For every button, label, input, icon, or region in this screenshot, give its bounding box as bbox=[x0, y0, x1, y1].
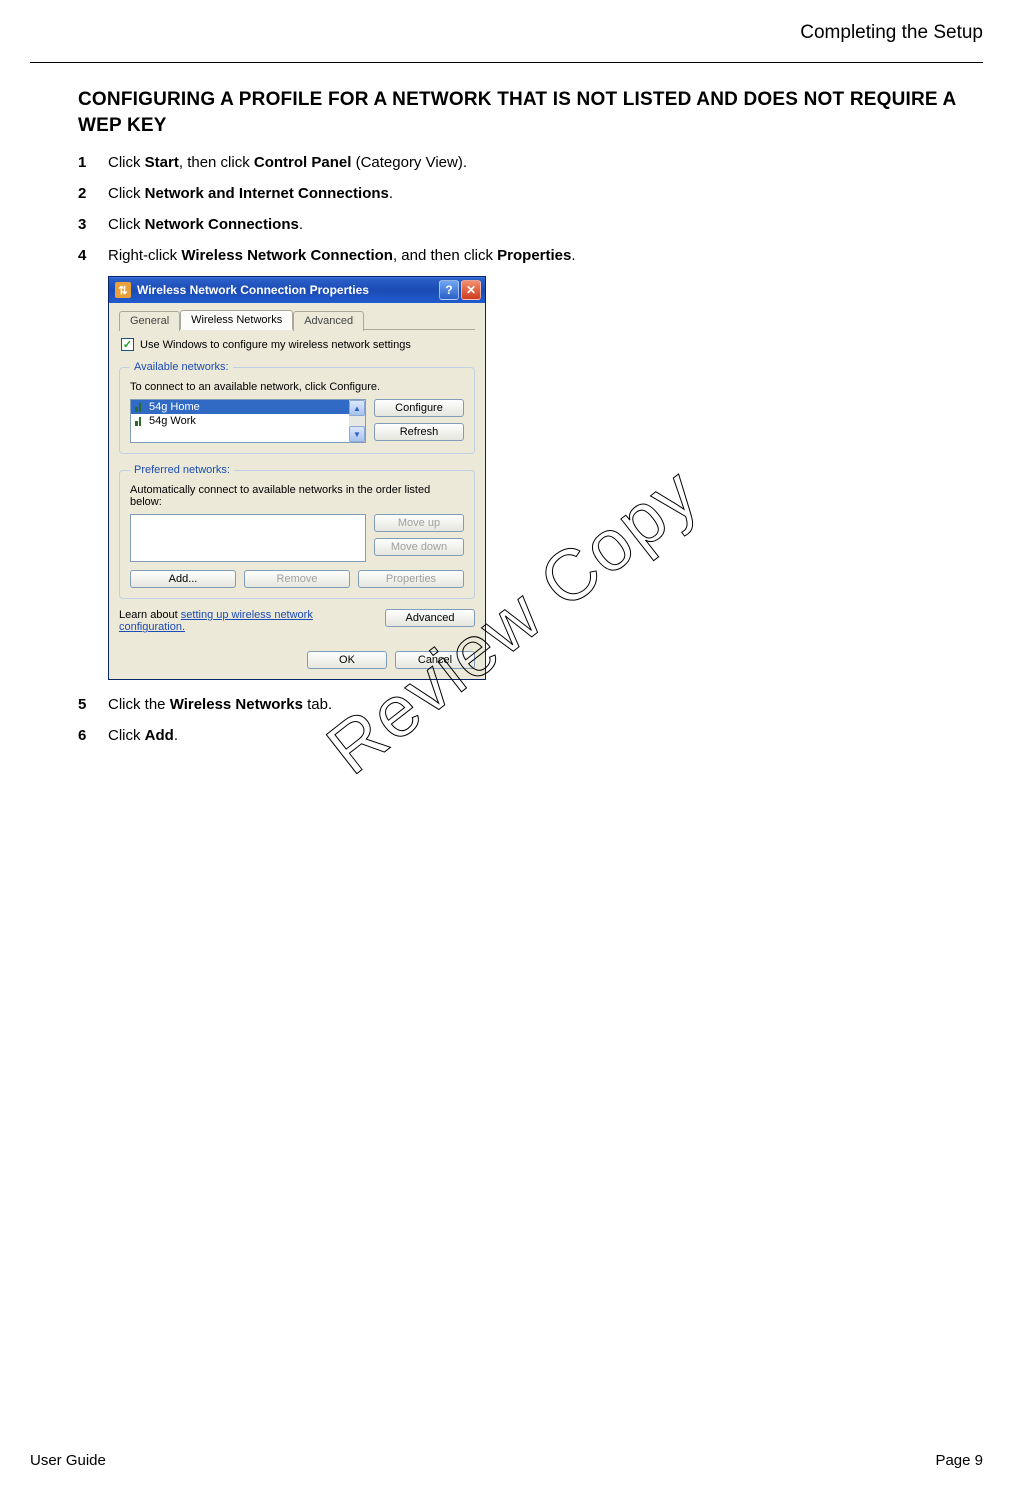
section-name: Completing the Setup bbox=[800, 22, 983, 43]
scroll-up-icon[interactable]: ▲ bbox=[349, 400, 365, 416]
steps-list-continued: 5 Click the Wireless Networks tab. 6 Cli… bbox=[78, 694, 983, 746]
steps-list: 1 Click Start, then click Control Panel … bbox=[78, 152, 983, 266]
tab-advanced[interactable]: Advanced bbox=[293, 311, 364, 331]
page-footer: User Guide Page 9 bbox=[30, 1452, 983, 1469]
available-hint: To connect to an available network, clic… bbox=[130, 381, 464, 393]
window-body: General Wireless Networks Advanced ✓ Use… bbox=[109, 303, 485, 643]
preferred-legend: Preferred networks: bbox=[130, 464, 234, 476]
configure-button[interactable]: Configure bbox=[374, 399, 464, 417]
list-scrollbar[interactable]: ▲ ▼ bbox=[349, 400, 365, 442]
window-icon: ⇅ bbox=[115, 282, 131, 298]
footer-right: Page 9 bbox=[935, 1452, 983, 1469]
network-item-selected[interactable]: 54g Home bbox=[131, 400, 365, 414]
close-button[interactable]: ✕ bbox=[461, 280, 481, 300]
footer-left: User Guide bbox=[30, 1452, 106, 1469]
available-networks-list[interactable]: 54g Home 54g Work ▲ ▼ bbox=[130, 399, 366, 443]
section-title: CONFIGURING A PROFILE FOR A NETWORK THAT… bbox=[78, 87, 983, 138]
properties-button[interactable]: Properties bbox=[358, 570, 464, 588]
signal-icon bbox=[135, 402, 145, 412]
tab-wireless-networks[interactable]: Wireless Networks bbox=[180, 310, 293, 330]
tab-general[interactable]: General bbox=[119, 311, 180, 331]
help-button[interactable]: ? bbox=[439, 280, 459, 300]
step-1: 1 Click Start, then click Control Panel … bbox=[78, 152, 983, 173]
available-legend: Available networks: bbox=[130, 361, 233, 373]
network-item[interactable]: 54g Work bbox=[131, 414, 365, 428]
signal-icon bbox=[135, 416, 145, 426]
step-4: 4 Right-click Wireless Network Connectio… bbox=[78, 245, 983, 266]
titlebar[interactable]: ⇅ Wireless Network Connection Properties… bbox=[109, 277, 485, 303]
refresh-button[interactable]: Refresh bbox=[374, 423, 464, 441]
use-windows-checkbox-row[interactable]: ✓ Use Windows to configure my wireless n… bbox=[121, 338, 475, 351]
dialog-footer: OK Cancel bbox=[109, 643, 485, 679]
step-2: 2 Click Network and Internet Connections… bbox=[78, 183, 983, 204]
move-down-button[interactable]: Move down bbox=[374, 538, 464, 556]
checkbox-icon[interactable]: ✓ bbox=[121, 338, 134, 351]
preferred-networks-list[interactable] bbox=[130, 514, 366, 562]
step-6: 6 Click Add. bbox=[78, 725, 983, 746]
page-header: Completing the Setup bbox=[0, 0, 1013, 44]
xp-window: ⇅ Wireless Network Connection Properties… bbox=[108, 276, 486, 680]
remove-button[interactable]: Remove bbox=[244, 570, 350, 588]
step-3: 3 Click Network Connections. bbox=[78, 214, 983, 235]
preferred-networks-group: Preferred networks: Automatically connec… bbox=[119, 464, 475, 599]
learn-row: Learn about setting up wireless network … bbox=[119, 609, 475, 633]
step-5: 5 Click the Wireless Networks tab. bbox=[78, 694, 983, 715]
window-title: Wireless Network Connection Properties bbox=[137, 283, 437, 297]
scroll-down-icon[interactable]: ▼ bbox=[349, 426, 365, 442]
tab-strip: General Wireless Networks Advanced bbox=[119, 309, 475, 330]
content-area: CONFIGURING A PROFILE FOR A NETWORK THAT… bbox=[0, 63, 1013, 746]
advanced-button[interactable]: Advanced bbox=[385, 609, 475, 627]
available-networks-group: Available networks: To connect to an ava… bbox=[119, 361, 475, 454]
ok-button[interactable]: OK bbox=[307, 651, 387, 669]
preferred-hint: Automatically connect to available netwo… bbox=[130, 484, 464, 508]
checkbox-label: Use Windows to configure my wireless net… bbox=[140, 339, 411, 351]
move-up-button[interactable]: Move up bbox=[374, 514, 464, 532]
cancel-button[interactable]: Cancel bbox=[395, 651, 475, 669]
dialog-screenshot: ⇅ Wireless Network Connection Properties… bbox=[108, 276, 486, 680]
add-button[interactable]: Add... bbox=[130, 570, 236, 588]
